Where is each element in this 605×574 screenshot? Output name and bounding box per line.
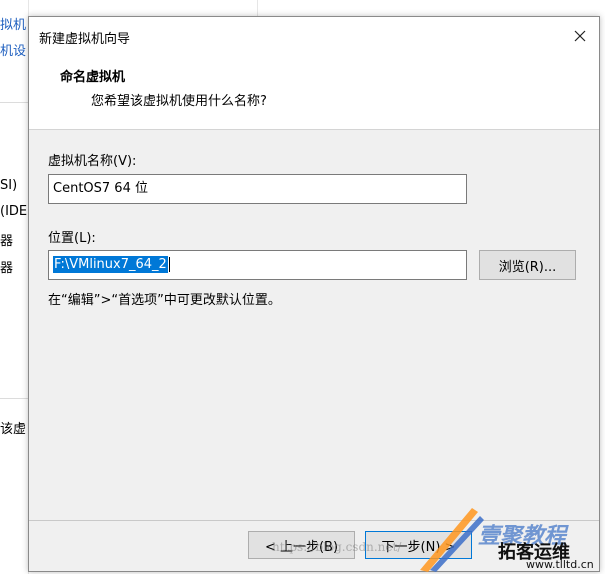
background-text-7: 该虚 xyxy=(0,422,27,437)
background-divider xyxy=(257,0,258,16)
footer-separator xyxy=(29,520,599,521)
background-text-1: 拟机 xyxy=(0,18,27,33)
blog-watermark: https://blog.csdn.net/ xyxy=(272,540,402,554)
background-text-2: 机设 xyxy=(0,44,27,59)
vm-name-label: 虚拟机名称(V): xyxy=(48,154,137,169)
browse-button[interactable]: 浏览(R)... xyxy=(479,250,576,280)
page-title: 命名虚拟机 xyxy=(60,70,126,85)
window-title: 新建虚拟机向导 xyxy=(39,32,131,47)
vm-name-input[interactable]: CentOS7 64 位 xyxy=(48,174,467,204)
vm-name-value: CentOS7 64 位 xyxy=(53,181,148,196)
location-label: 位置(L): xyxy=(48,231,96,246)
background-text-6: 器 xyxy=(0,261,14,276)
text-caret xyxy=(168,257,170,272)
close-icon xyxy=(574,30,586,42)
new-vm-wizard-dialog: 新建虚拟机向导 命名虚拟机 您希望该虚拟机使用什么名称? 虚拟机名称(V): C… xyxy=(28,16,600,572)
wizard-header: 命名虚拟机 您希望该虚拟机使用什么名称? xyxy=(29,55,599,130)
background-panel xyxy=(0,0,29,574)
background-separator xyxy=(0,102,28,103)
background-separator-2 xyxy=(0,398,28,399)
location-value: F:\VMlinux7_64_2 xyxy=(53,256,168,273)
location-input[interactable]: F:\VMlinux7_64_2 xyxy=(48,250,467,280)
title-bar[interactable]: 新建虚拟机向导 xyxy=(29,17,599,55)
close-button[interactable] xyxy=(569,25,591,47)
background-text-5: 器 xyxy=(0,234,14,249)
background-text-3: SI) xyxy=(0,178,18,193)
page-subtitle: 您希望该虚拟机使用什么名称? xyxy=(91,94,267,109)
default-location-hint: 在“编辑”>“首选项”中可更改默认位置。 xyxy=(48,293,281,308)
